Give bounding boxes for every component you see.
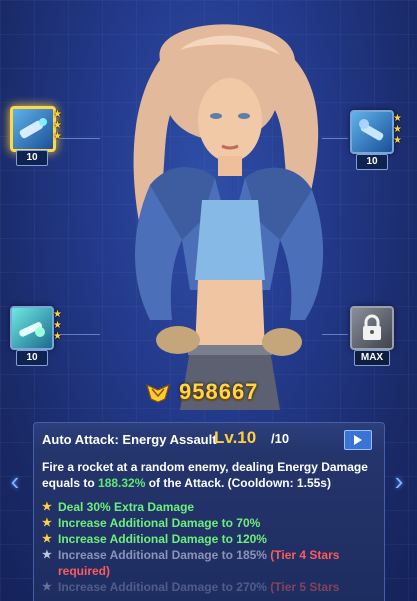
connector-line [60,334,100,335]
skill-name: Auto Attack: Energy Assault [42,432,217,447]
effect-row: ★ Increase Additional Damage to 120% [42,532,267,546]
effect-row-locked: ★ Increase Additional Damage to 270% (Ti… [42,580,340,594]
next-skill-arrow[interactable]: › [390,466,408,496]
effect-row-locked: ★ Increase Additional Damage to 185% (Ti… [42,548,340,578]
skill-level-badge: 10 [16,350,48,366]
skill-level-badge: MAX [354,350,390,366]
combat-power-value: 958667 [179,379,259,404]
energy-blast-icon [10,306,54,350]
skill-level: Lv.10 [214,428,257,447]
hero-character-illustration [133,24,324,410]
star-icon: ★ [42,517,52,529]
locked-skill-slot[interactable]: MAX [350,306,398,366]
previous-skill-arrow[interactable]: ‹ [6,466,24,496]
skill-slot-2[interactable]: ★ ★ ★ 10 [350,110,402,170]
game-screen: ★ ★ ★ 10 ★ ★ ★ 10 ★ ★ ★ 10 MAX 958667 ‹ … [0,0,417,601]
effect-row: ★ Increase Additional Damage to 70% [42,516,261,530]
star-rating: ★ ★ ★ [53,109,62,142]
star-icon: ★ [42,533,52,545]
tier-requirement: (Tier 5 Stars [270,580,340,594]
connector-line [60,138,100,139]
rocket-launcher-icon [10,106,56,152]
star-rating: ★ ★ ★ [393,113,402,146]
star-outline-icon: ★ [42,549,52,561]
damage-percentage: 188.32% [98,476,146,490]
star-outline-icon: ★ [42,581,52,593]
skill-level-badge: 10 [356,154,388,170]
play-video-button[interactable] [344,430,372,450]
combat-power: 958667 [145,379,259,404]
skill-effects-list: ★ Deal 30% Extra Damage ★ Increase Addit… [42,499,380,595]
skill-max-level: /10 [271,431,290,446]
padlock-icon [350,306,394,350]
effect-row: ★ Deal 30% Extra Damage [42,500,195,514]
skill-slot-1[interactable]: ★ ★ ★ 10 [10,106,62,166]
skill-detail-header: Auto Attack: Energy Assault Lv.10 /10 [34,423,384,453]
star-rating: ★ ★ ★ [53,309,62,342]
skill-detail-panel: Auto Attack: Energy Assault Lv.10 /10 Fi… [33,422,385,601]
star-icon: ★ [42,501,52,513]
skill-slot-3[interactable]: ★ ★ ★ 10 [10,306,62,366]
power-emblem-icon [146,383,170,403]
skill-description: Fire a rocket at a random enemy, dealing… [42,460,368,490]
connector-line [322,138,348,139]
skill-level-badge: 10 [16,150,48,166]
connector-line [322,334,348,335]
ice-cannon-icon [350,110,394,154]
